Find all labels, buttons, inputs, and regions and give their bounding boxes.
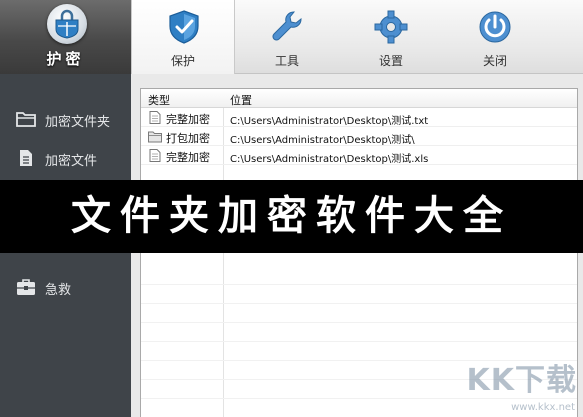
gear-icon: [374, 10, 408, 44]
table-row[interactable]: 完整加密 C:\Users\Administrator\Desktop\测试.t…: [141, 108, 577, 127]
sidebar-item-encrypt-folder[interactable]: 加密文件夹: [0, 100, 131, 138]
folder-icon: [16, 112, 36, 127]
lock-shield-icon: [47, 4, 87, 44]
tab-close[interactable]: 关闭: [443, 0, 547, 73]
title-banner: 文件夹加密软件大全: [0, 180, 583, 253]
banner-title: 文件夹加密软件大全: [71, 193, 512, 239]
logo-label: 护密: [46, 50, 85, 68]
row-path: C:\Users\Administrator\Desktop\测试.xls: [230, 154, 429, 165]
tab-close-label: 关闭: [482, 54, 507, 68]
top-toolbar: 护密 保护 工具 设置 关闭: [0, 0, 583, 75]
column-header-location[interactable]: 位置: [230, 92, 252, 108]
first-aid-icon: [17, 279, 35, 295]
tab-protect-label: 保护: [170, 54, 195, 68]
sidebar-item-first-aid[interactable]: 急救: [0, 268, 131, 306]
tab-protect[interactable]: 保护: [131, 0, 235, 75]
row-path: C:\Users\Administrator\Desktop\测试.txt: [230, 116, 429, 127]
row-separator: [141, 341, 577, 342]
folder-icon: [148, 131, 162, 143]
document-icon: [149, 149, 161, 162]
row-type: 打包加密: [166, 132, 210, 145]
shield-icon: [169, 10, 199, 44]
row-separator: [141, 284, 577, 285]
file-icon: [20, 150, 32, 166]
tab-settings-label: 设置: [378, 54, 403, 68]
power-icon: [479, 11, 511, 43]
tab-tools-label: 工具: [274, 54, 299, 68]
tab-settings[interactable]: 设置: [339, 0, 443, 73]
watermark-url: www.kkx.net: [511, 402, 575, 413]
sidebar-item-label: 加密文件: [45, 154, 98, 169]
tab-tools[interactable]: 工具: [235, 0, 339, 73]
app-logo: 护密: [0, 0, 131, 74]
list-header: 类型 位置: [141, 89, 577, 108]
row-separator: [141, 303, 577, 304]
table-row[interactable]: 完整加密 C:\Users\Administrator\Desktop\测试.x…: [141, 146, 577, 165]
column-header-type[interactable]: 类型: [148, 92, 170, 108]
sidebar-item-label: 急救: [45, 283, 72, 298]
wrench-icon: [272, 11, 302, 41]
sidebar-item-encrypt-file[interactable]: 加密文件: [0, 139, 131, 177]
row-type: 完整加密: [166, 113, 210, 126]
row-type: 完整加密: [166, 151, 210, 164]
row-path: C:\Users\Administrator\Desktop\测试\: [230, 135, 415, 146]
table-row[interactable]: 打包加密 C:\Users\Administrator\Desktop\测试\: [141, 127, 577, 146]
document-icon: [149, 111, 161, 124]
sidebar-item-label: 加密文件夹: [45, 115, 111, 130]
watermark-logo: KK下载: [466, 363, 577, 398]
row-separator: [141, 322, 577, 323]
